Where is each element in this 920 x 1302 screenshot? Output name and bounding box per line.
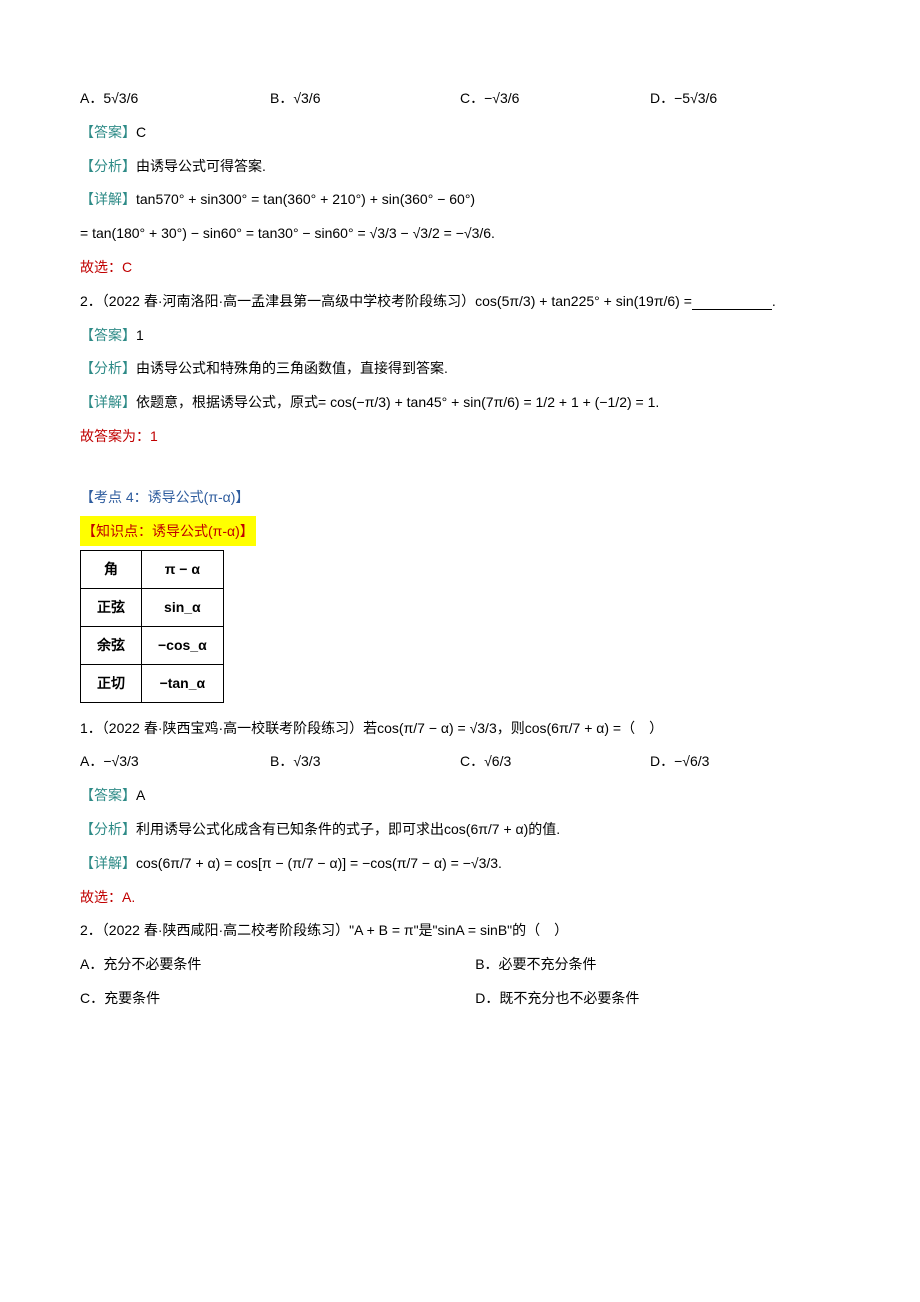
q0-options: A．5√3/6 B．√3/6 C．−√3/6 D．−5√3/6: [80, 83, 840, 114]
q4-opt-d: D．既不充分也不必要条件: [475, 983, 840, 1014]
q3-select: 故选：A.: [80, 882, 840, 913]
q4-options-1: A．充分不必要条件 B．必要不充分条件: [80, 949, 840, 980]
q4-opt-c: C．充要条件: [80, 983, 445, 1014]
q0-answer: C: [136, 124, 146, 140]
q0-detail-2: = tan(180° + 30°) − sin60° = tan30° − si…: [80, 218, 840, 249]
topic-title: 【考点 4：诱导公式(π-α)】: [80, 489, 249, 505]
answer-label: 【答案】: [80, 787, 136, 803]
q4-stem: 2．（2022 春·陕西咸阳·高二校考阶段练习）"A + B = π"是"sin…: [80, 915, 840, 946]
q3-opt-b: B．√3/3: [270, 746, 460, 777]
detail-label: 【详解】: [80, 191, 136, 207]
q2-detail: 依题意，根据诱导公式，原式= cos(−π/3) + tan45° + sin(…: [136, 394, 659, 410]
q2-stem: 2．（2022 春·河南洛阳·高一孟津县第一高级中学校考阶段练习）cos(5π/…: [80, 293, 692, 309]
cell-tangent: 正切: [81, 664, 142, 702]
analysis-label: 【分析】: [80, 360, 136, 376]
q0-analysis: 由诱导公式可得答案.: [136, 158, 266, 174]
q2-analysis: 由诱导公式和特殊角的三角函数值，直接得到答案.: [136, 360, 448, 376]
cell-angle: 角: [81, 551, 142, 589]
q0-opt-a: A．5√3/6: [80, 83, 270, 114]
q3-analysis: 利用诱导公式化成含有已知条件的式子，即可求出cos(6π/7 + α)的值.: [136, 821, 560, 837]
q4-opt-b: B．必要不充分条件: [475, 949, 840, 980]
cell-pi-alpha: π − α: [142, 551, 224, 589]
detail-label: 【详解】: [80, 855, 136, 871]
fill-blank: [692, 295, 772, 310]
cell-tangent-val: −tan_α: [142, 664, 224, 702]
analysis-label: 【分析】: [80, 821, 136, 837]
cell-sine-val: sin_α: [142, 589, 224, 627]
q0-detail-1: tan570° + sin300° = tan(360° + 210°) + s…: [136, 191, 475, 207]
detail-label: 【详解】: [80, 394, 136, 410]
cell-cosine-val: −cos_α: [142, 626, 224, 664]
formula-table: 角π − α 正弦sin_α 余弦−cos_α 正切−tan_α: [80, 550, 224, 702]
q3-opt-a: A．−√3/3: [80, 746, 270, 777]
answer-label: 【答案】: [80, 327, 136, 343]
cell-sine: 正弦: [81, 589, 142, 627]
q3-opt-d: D．−√6/3: [650, 746, 840, 777]
q3-options: A．−√3/3 B．√3/3 C．√6/3 D．−√6/3: [80, 746, 840, 777]
q3-opt-c: C．√6/3: [460, 746, 650, 777]
q0-opt-c: C．−√3/6: [460, 83, 650, 114]
knowledge-point: 【知识点：诱导公式(π-α)】: [80, 516, 256, 547]
q2-tail: .: [772, 293, 776, 309]
answer-label: 【答案】: [80, 124, 136, 140]
q0-opt-b: B．√3/6: [270, 83, 460, 114]
analysis-label: 【分析】: [80, 158, 136, 174]
q0-opt-d: D．−5√3/6: [650, 83, 840, 114]
cell-cosine: 余弦: [81, 626, 142, 664]
q3-detail: cos(6π/7 + α) = cos[π − (π/7 − α)] = −co…: [136, 855, 502, 871]
q3-answer: A: [136, 787, 145, 803]
q2-answer: 1: [136, 327, 144, 343]
q3-stem: 1．（2022 春·陕西宝鸡·高一校联考阶段练习）若cos(π/7 − α) =…: [80, 713, 840, 744]
q0-select: 故选：C: [80, 252, 840, 283]
q4-options-2: C．充要条件 D．既不充分也不必要条件: [80, 983, 840, 1014]
q2-select: 故答案为：1: [80, 421, 840, 452]
q4-opt-a: A．充分不必要条件: [80, 949, 445, 980]
